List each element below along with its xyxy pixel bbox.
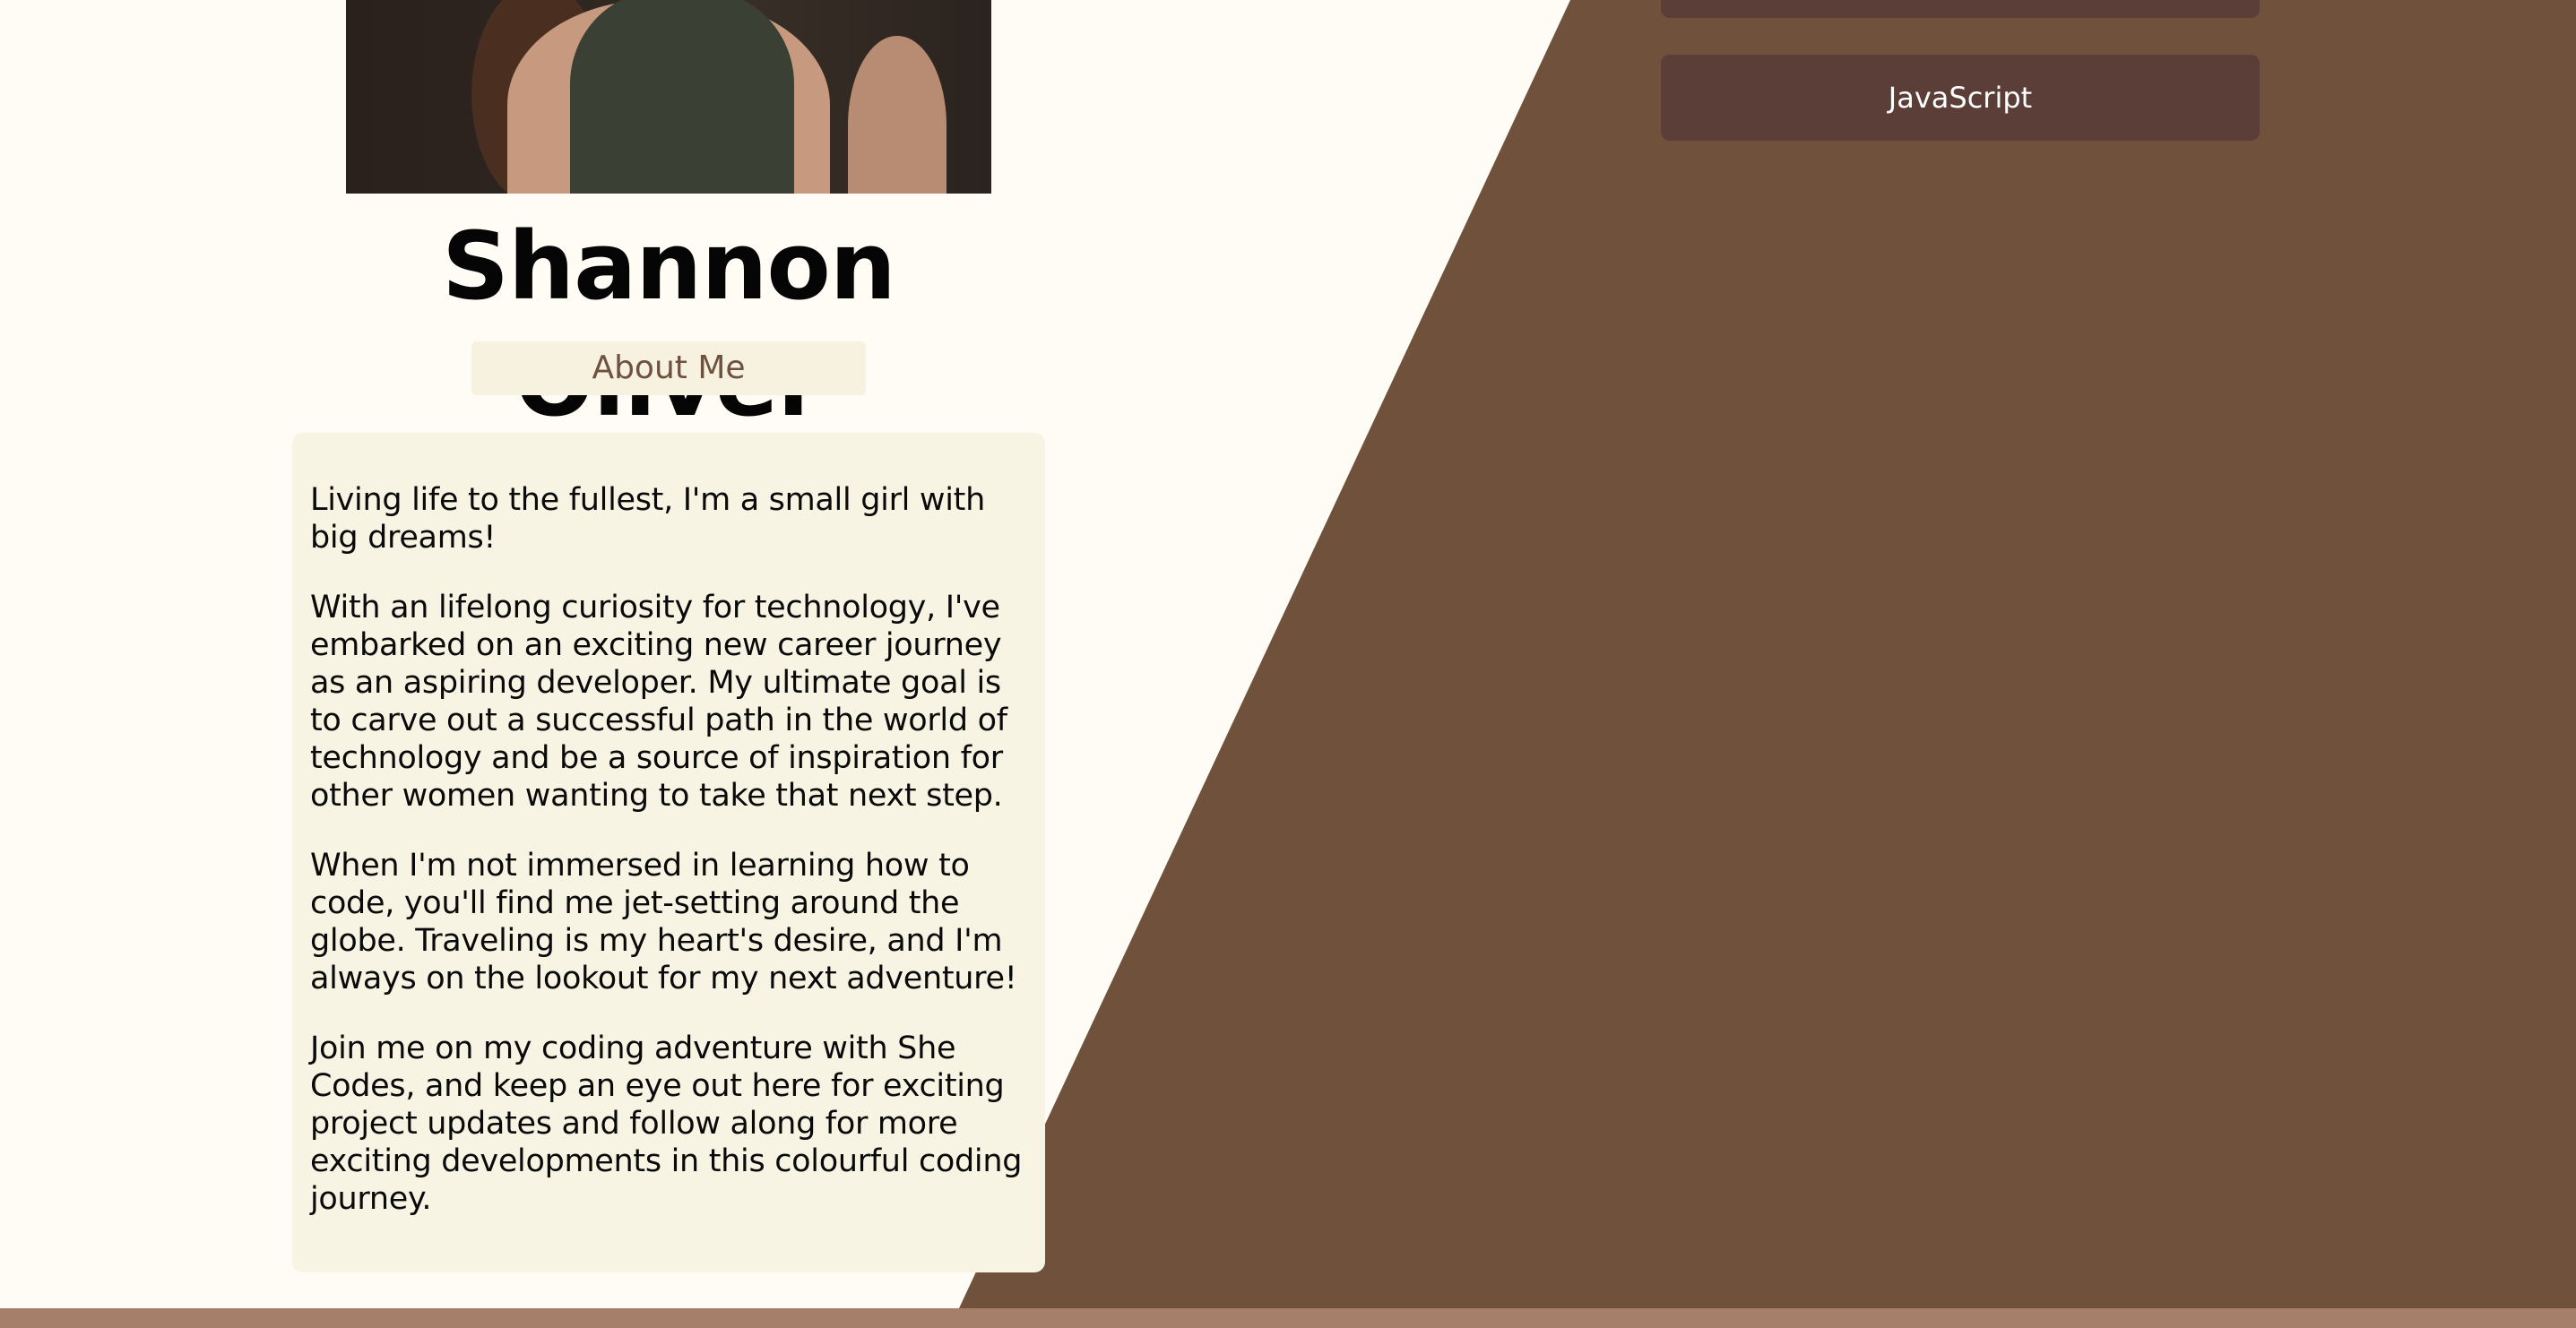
about-paragraph-3: When I'm not immersed in learning how to… <box>310 848 1017 996</box>
footer-bar <box>0 1308 2576 1328</box>
photo-arm <box>848 36 947 194</box>
profile-name: Shannon Oliver <box>442 211 896 437</box>
skill-button-javascript[interactable]: JavaScript <box>1661 55 2260 141</box>
about-me-heading: About Me <box>471 341 866 395</box>
about-paragraph-1: Living life to the fullest, I'm a small … <box>310 482 985 556</box>
profile-photo <box>346 0 991 194</box>
about-paragraph-2: With an lifelong curiosity for technolog… <box>310 590 1007 814</box>
about-paragraph-4: Join me on my coding adventure with She … <box>310 1030 1023 1217</box>
photo-top <box>570 0 794 194</box>
about-card: Living life to the fullest, I'm a small … <box>292 433 1045 1272</box>
skill-button-partial[interactable] <box>1661 0 2260 18</box>
page: Shannon Oliver About Me Living life to t… <box>0 0 2576 1328</box>
